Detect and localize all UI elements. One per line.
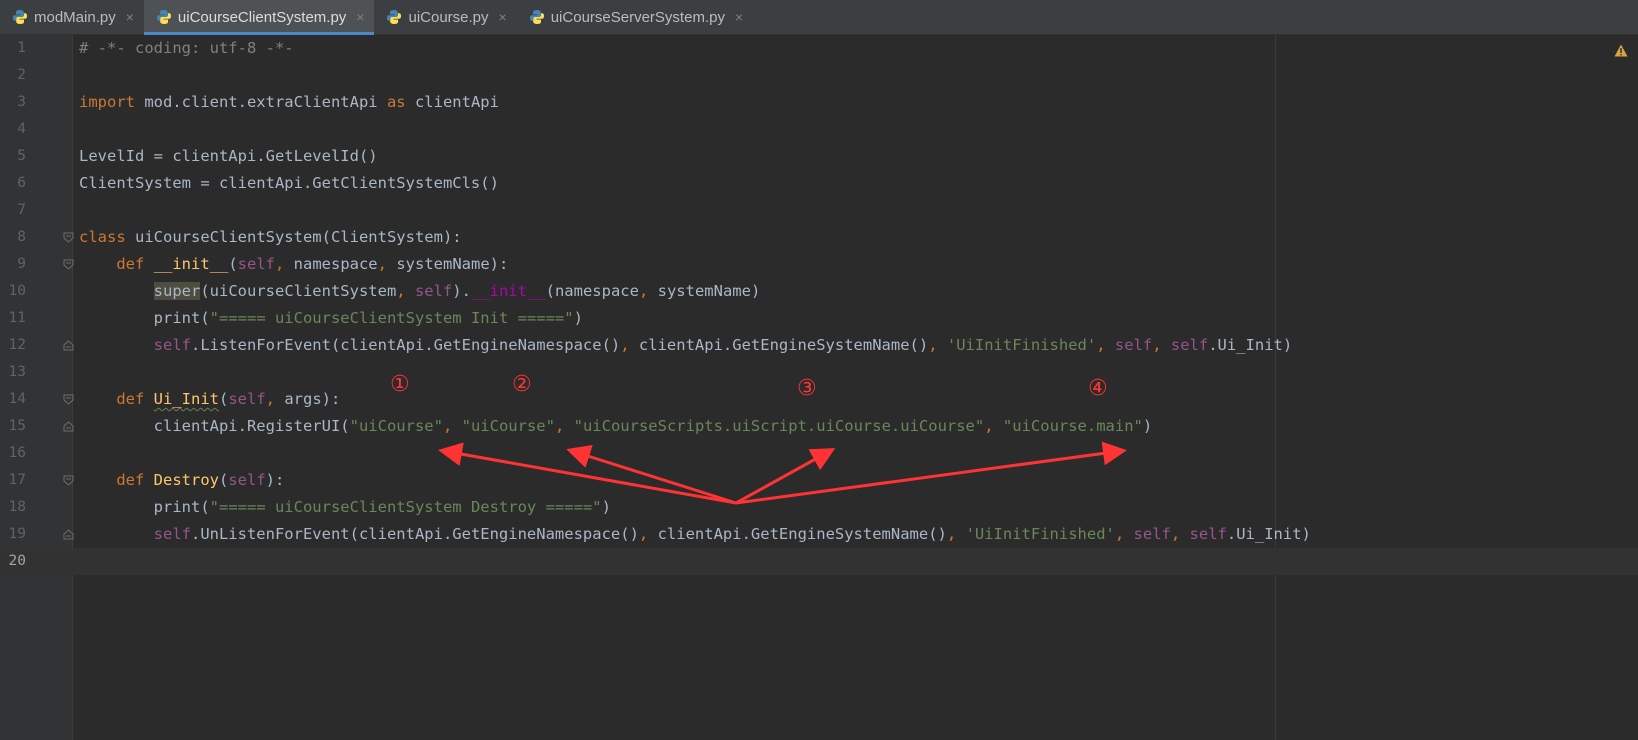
arrow-to-marker-4: [735, 441, 1127, 505]
annotation-arrows: [438, 441, 1127, 505]
arrow-to-marker-1: [438, 442, 737, 505]
